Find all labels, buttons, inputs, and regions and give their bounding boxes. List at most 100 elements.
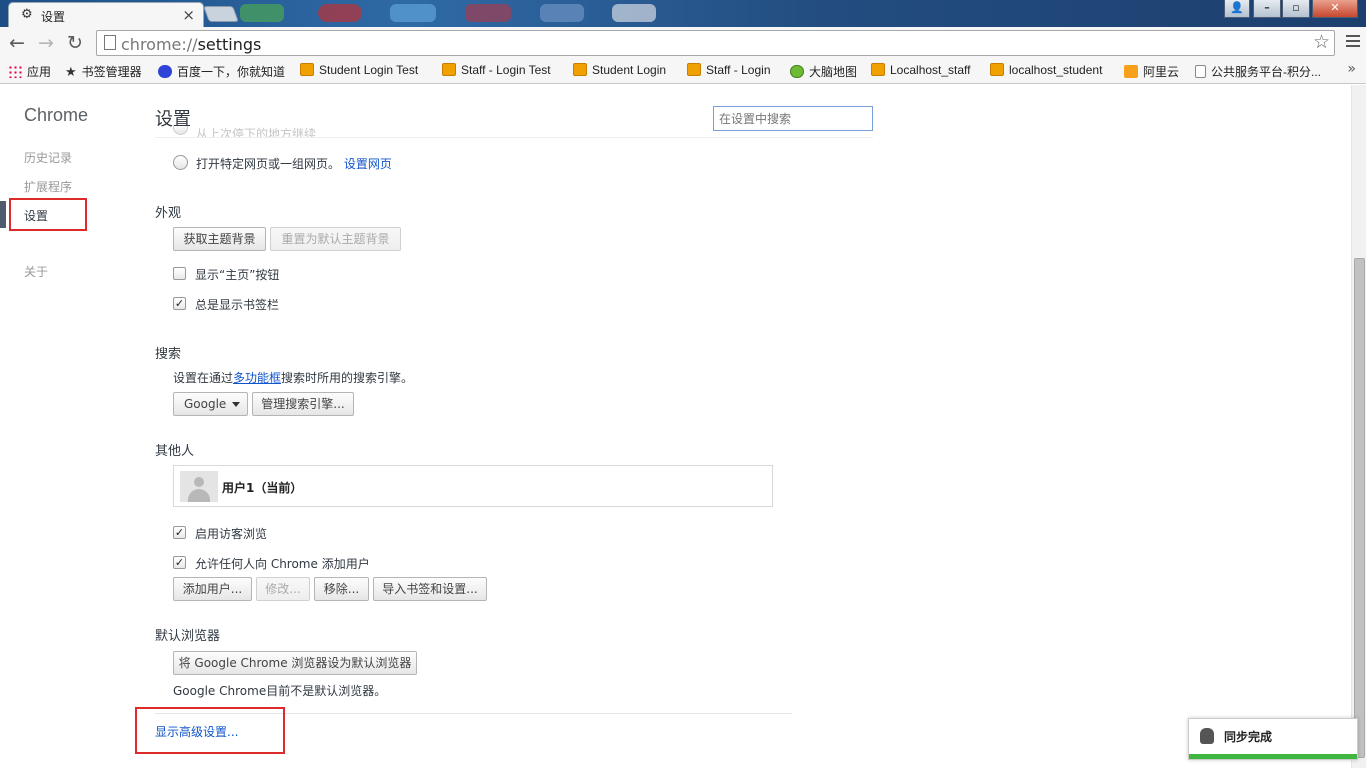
sync-status-text: 同步完成 <box>1224 730 1273 744</box>
annotation-highlight-box <box>9 198 87 231</box>
faded-scrolled-text: 从上次停下的地方继续 <box>196 127 317 137</box>
show-home-button-checkbox[interactable] <box>173 267 186 280</box>
allow-add-users-label: 允许任何人向 Chrome 添加用户 <box>195 557 370 571</box>
bookmark-item[interactable]: 阿里云 <box>1124 63 1179 80</box>
browser-toolbar: ← → ↻ chrome://settings ☆ <box>0 27 1366 59</box>
bookmark-item[interactable]: ★ 书签管理器 <box>65 63 142 80</box>
nav-selected-indicator <box>0 201 6 228</box>
remove-user-button[interactable]: 移除... <box>314 577 369 601</box>
omnibox-link[interactable]: 多功能框 <box>233 371 281 385</box>
new-tab-button[interactable] <box>203 6 239 22</box>
scrollbar-thumb[interactable] <box>1354 258 1365 758</box>
section-title-people: 其他人 <box>155 444 195 459</box>
tab-close-icon[interactable]: × <box>182 6 195 24</box>
bookmark-item[interactable]: 大脑地图 <box>790 63 857 80</box>
window-titlebar: ⚙ 设置 × 👤 – ▫ ✕ <box>0 0 1366 27</box>
user-icon[interactable]: 👤 <box>1224 0 1250 18</box>
gear-icon: ⚙ <box>21 7 33 22</box>
search-description: 设置在通过多功能框搜索时所用的搜索引擎。 <box>173 371 414 385</box>
bookmark-star-icon[interactable]: ☆ <box>1313 31 1330 53</box>
tab-title: 设置 <box>41 10 66 24</box>
show-home-button-label: 显示“主页”按钮 <box>195 268 280 282</box>
site-icon <box>573 63 587 76</box>
edit-user-button[interactable]: 修改... <box>256 577 310 601</box>
site-icon <box>442 63 456 76</box>
allow-add-users-checkbox[interactable]: ✓ <box>173 556 186 569</box>
forward-arrow-icon[interactable]: → <box>34 31 58 55</box>
chevron-down-icon <box>232 402 240 407</box>
star-icon: ★ <box>65 64 77 79</box>
always-show-bookmarks-label: 总是显示书签栏 <box>195 298 280 312</box>
open-specific-pages-label: 打开特定网页或一组网页。 设置网页 <box>196 157 392 171</box>
page-scrollbar[interactable] <box>1351 85 1366 768</box>
header-divider <box>155 137 873 138</box>
settings-page: Chrome 历史记录 扩展程序 设置 关于 从上次停下的地方继续 设置 打开特… <box>0 85 1351 768</box>
document-icon <box>1195 65 1206 78</box>
always-show-bookmarks-checkbox[interactable]: ✓ <box>173 297 186 310</box>
avatar <box>180 471 218 502</box>
user-list: 用户1（当前） <box>173 465 773 507</box>
close-window-button[interactable]: ✕ <box>1312 0 1358 18</box>
bookmark-item[interactable]: Localhost_staff <box>871 63 971 77</box>
page-title: 设置 <box>155 109 191 130</box>
reload-icon[interactable]: ↻ <box>63 31 87 55</box>
maximize-button[interactable]: ▫ <box>1282 0 1310 18</box>
bookmark-item[interactable]: Staff - Login <box>687 63 771 77</box>
tab-settings[interactable]: ⚙ 设置 × <box>8 2 204 27</box>
site-icon <box>871 63 885 76</box>
section-title-search: 搜索 <box>155 347 182 362</box>
site-icon <box>300 63 314 76</box>
nav-item-extensions[interactable]: 扩展程序 <box>24 178 72 195</box>
sync-progress-bar <box>1189 754 1357 759</box>
radio-open-specific-pages[interactable] <box>173 155 188 170</box>
section-title-default-browser: 默认浏览器 <box>155 629 221 644</box>
minimize-button[interactable]: – <box>1253 0 1281 18</box>
make-default-browser-button[interactable]: 将 Google Chrome 浏览器设为默认浏览器 <box>173 651 417 675</box>
titlebar-background-decoration <box>465 4 511 22</box>
site-icon <box>990 63 1004 76</box>
page-icon <box>104 35 116 50</box>
set-pages-link[interactable]: 设置网页 <box>344 157 392 171</box>
titlebar-background-decoration <box>540 4 584 22</box>
apps-icon <box>8 65 22 78</box>
nav-item-history[interactable]: 历史记录 <box>24 149 72 166</box>
site-icon <box>687 63 701 76</box>
import-bookmarks-button[interactable]: 导入书签和设置... <box>373 577 487 601</box>
nav-item-about[interactable]: 关于 <box>24 263 48 280</box>
titlebar-background-decoration <box>240 4 284 22</box>
bookmark-item[interactable]: Student Login <box>573 63 666 77</box>
guest-browsing-checkbox[interactable]: ✓ <box>173 526 186 539</box>
add-user-button[interactable]: 添加用户... <box>173 577 252 601</box>
section-title-appearance: 外观 <box>155 206 182 221</box>
default-browser-status: Google Chrome目前不是默认浏览器。 <box>173 684 387 698</box>
bookmark-item[interactable]: localhost_student <box>990 63 1102 77</box>
search-engine-select[interactable]: Google <box>173 392 248 416</box>
guest-browsing-label: 启用访客浏览 <box>195 527 268 541</box>
brain-icon <box>790 65 804 78</box>
bookmark-item[interactable]: Staff - Login Test <box>442 63 551 77</box>
annotation-highlight-box <box>135 707 285 754</box>
address-bar[interactable]: chrome://settings ☆ <box>96 30 1335 56</box>
titlebar-background-decoration <box>318 4 362 22</box>
chrome-logo-text: Chrome <box>24 105 89 125</box>
aliyun-icon <box>1124 65 1138 78</box>
reset-theme-button[interactable]: 重置为默认主题背景 <box>270 227 401 251</box>
bookmarks-bar: 应用 ★ 书签管理器 百度一下，你就知道 Student Login Test S… <box>0 59 1366 84</box>
bookmark-item[interactable]: 公共服务平台-积分... <box>1195 63 1321 80</box>
manage-search-engines-button[interactable]: 管理搜索引擎... <box>252 392 354 416</box>
sync-notification: 同步完成 <box>1188 718 1358 760</box>
bookmark-item[interactable]: Student Login Test <box>300 63 418 77</box>
baidu-icon <box>158 65 172 78</box>
bookmark-item[interactable]: 应用 <box>8 63 51 80</box>
titlebar-background-decoration <box>390 4 436 22</box>
menu-icon[interactable] <box>1346 35 1360 50</box>
get-themes-button[interactable]: 获取主题背景 <box>173 227 266 251</box>
url-text: chrome://settings <box>121 35 262 54</box>
back-arrow-icon[interactable]: ← <box>5 31 29 55</box>
settings-search-input[interactable] <box>713 106 873 131</box>
titlebar-background-decoration <box>612 4 656 22</box>
bookmark-item[interactable]: 百度一下，你就知道 <box>158 63 285 80</box>
sync-app-icon <box>1200 728 1214 744</box>
user-list-item[interactable]: 用户1（当前） <box>222 479 302 496</box>
more-bookmarks-icon[interactable]: » <box>1347 61 1356 77</box>
